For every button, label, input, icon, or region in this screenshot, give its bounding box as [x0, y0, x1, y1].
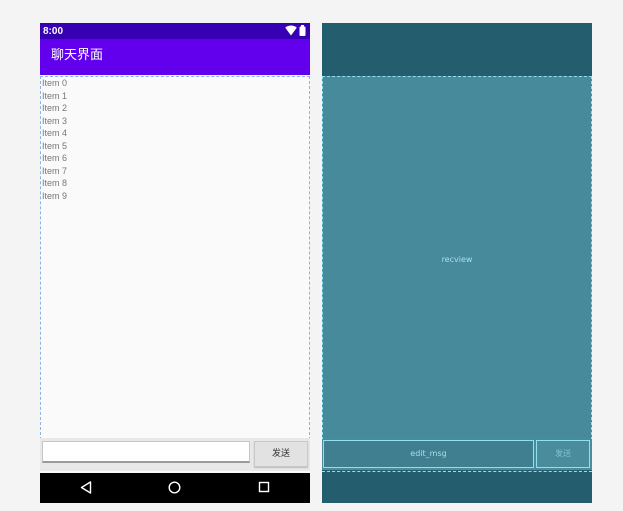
- list-item[interactable]: Item 1: [41, 90, 309, 103]
- blueprint-recycler[interactable]: recview: [322, 76, 592, 440]
- page-title: 聊天界面: [51, 48, 104, 63]
- blueprint-app-bar: [322, 23, 592, 75]
- battery-icon: [299, 25, 306, 36]
- blueprint-send-button[interactable]: 发送: [536, 440, 590, 468]
- nav-recents-icon[interactable]: [258, 481, 270, 493]
- list-item[interactable]: Item 2: [41, 102, 309, 115]
- blueprint-nav-bar: [322, 471, 592, 503]
- list-item[interactable]: Item 9: [41, 190, 309, 203]
- list-item[interactable]: Item 0: [41, 77, 309, 90]
- message-list[interactable]: Item 0 Item 1 Item 2 Item 3 Item 4 Item …: [40, 76, 310, 440]
- blueprint-input-row: edit_msg 发送: [322, 439, 592, 470]
- blueprint-edit-msg[interactable]: edit_msg: [323, 440, 534, 468]
- list-item[interactable]: Item 8: [41, 177, 309, 190]
- design-preview: 8:00 聊天界面 Item 0 Item 1 Item 2 Item 3 It…: [40, 23, 310, 503]
- status-bar: 8:00: [40, 23, 310, 39]
- nav-home-icon[interactable]: [168, 481, 181, 494]
- navigation-bar: [40, 473, 310, 503]
- blueprint-recycler-id: recview: [441, 255, 473, 264]
- blueprint-preview: recview edit_msg 发送: [322, 23, 592, 503]
- list-item[interactable]: Item 6: [41, 152, 309, 165]
- wifi-icon: [285, 25, 297, 36]
- status-time: 8:00: [43, 26, 64, 37]
- status-icons: [285, 25, 306, 37]
- nav-back-icon[interactable]: [80, 481, 92, 494]
- app-bar: 聊天界面: [40, 39, 310, 75]
- send-button[interactable]: 发送: [254, 441, 308, 467]
- list-item[interactable]: Item 3: [41, 115, 309, 128]
- list-item[interactable]: Item 5: [41, 140, 309, 153]
- list-item[interactable]: Item 4: [41, 127, 309, 140]
- message-input[interactable]: [42, 441, 250, 463]
- list-item[interactable]: Item 7: [41, 165, 309, 178]
- message-input-row: 发送: [40, 438, 310, 471]
